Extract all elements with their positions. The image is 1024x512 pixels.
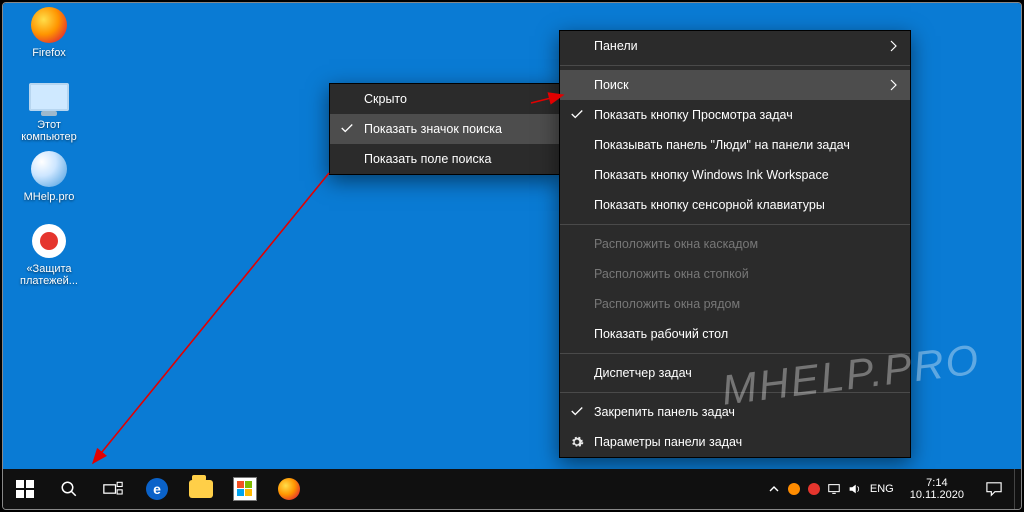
firefox-icon [278,478,300,500]
submenu-item-hidden[interactable]: Скрыто [330,84,560,114]
menu-item-task-view-button[interactable]: Показать кнопку Просмотра задач [560,100,910,130]
desktop-icon-safe-payments[interactable]: «Защита платежей... [13,221,85,287]
menu-item-ink-workspace[interactable]: Показать кнопку Windows Ink Workspace [560,160,910,190]
tray-clock[interactable]: 7:14 10.11.2020 [900,477,974,501]
payments-shield-icon [29,221,69,261]
task-view-button[interactable] [91,469,135,509]
menu-item-show-desktop[interactable]: Показать рабочий стол [560,319,910,349]
menu-item-people[interactable]: Показывать панель "Люди" на панели задач [560,130,910,160]
check-icon [340,121,354,135]
check-icon [570,404,584,418]
system-tray: ENG 7:14 10.11.2020 [764,469,1021,509]
menu-item-label: Показывать панель "Люди" на панели задач [594,138,850,152]
taskbar-app-store[interactable] [223,469,267,509]
menu-separator [560,392,910,393]
tray-volume-button[interactable] [844,469,864,509]
taskbar-app-firefox[interactable] [267,469,311,509]
menu-item-task-manager[interactable]: Диспетчер задач [560,358,910,388]
store-icon [233,477,257,501]
tray-language-button[interactable]: ENG [864,483,900,495]
desktop-icon-mhelp[interactable]: MHelp.pro [13,149,85,215]
search-submenu: Скрыто Показать значок поиска Показать п… [329,83,561,175]
network-icon [827,482,841,496]
firefox-icon [29,5,69,45]
check-icon [570,107,584,121]
desktop-icon-firefox[interactable]: Firefox [13,5,85,71]
taskbar-search-button[interactable] [47,469,91,509]
action-center-button[interactable] [974,469,1014,509]
tray-app-icon[interactable] [784,469,804,509]
submenu-item-show-search-box[interactable]: Показать поле поиска [330,144,560,174]
tray-network-button[interactable] [824,469,844,509]
menu-item-label: Показать кнопку Просмотра задач [594,108,793,122]
show-desktop-peek[interactable] [1014,469,1021,509]
menu-item-label: Показать значок поиска [364,122,502,136]
chevron-up-icon [769,484,779,494]
gear-icon [570,435,584,449]
desktop[interactable]: Firefox Этот компьютер MHelp.pro «Защита… [3,3,1021,469]
menu-item-label: Параметры панели задач [594,435,742,449]
menu-item-label: Показать кнопку Windows Ink Workspace [594,168,829,182]
menu-item-label: Расположить окна стопкой [594,267,749,281]
menu-separator [560,65,910,66]
volume-icon [847,482,861,496]
menu-item-label: Панели [594,39,638,53]
tray-dot-icon [808,483,820,495]
desktop-icon-label: MHelp.pro [13,191,85,215]
menu-item-label: Поиск [594,78,629,92]
menu-item-search[interactable]: Поиск [560,70,910,100]
task-view-icon [103,481,123,497]
menu-item-label: Показать кнопку сенсорной клавиатуры [594,198,825,212]
desktop-icon-label: Firefox [13,47,85,71]
desktop-icon-label: Этот компьютер [13,119,85,143]
taskbar-context-menu: Панели Поиск Показать кнопку Просмотра з… [559,30,911,458]
submenu-item-show-search-icon[interactable]: Показать значок поиска [330,114,560,144]
menu-item-label: Скрыто [364,92,407,106]
windows-logo-icon [16,480,34,498]
menu-item-label: Диспетчер задач [594,366,692,380]
menu-item-touch-keyboard[interactable]: Показать кнопку сенсорной клавиатуры [560,190,910,220]
desktop-icon-label: «Защита платежей... [13,263,85,287]
desktop-icons-column: Firefox Этот компьютер MHelp.pro «Защита… [13,3,85,293]
menu-item-label: Показать рабочий стол [594,327,728,341]
search-icon [60,480,78,498]
menu-item-stack: Расположить окна стопкой [560,259,910,289]
menu-item-label: Расположить окна рядом [594,297,740,311]
start-button[interactable] [3,469,47,509]
menu-item-taskbar-settings[interactable]: Параметры панели задач [560,427,910,457]
taskbar-app-edge[interactable]: e [135,469,179,509]
menu-item-lock-taskbar[interactable]: Закрепить панель задач [560,397,910,427]
folder-icon [189,480,213,498]
menu-item-sidebyside: Расположить окна рядом [560,289,910,319]
menu-item-label: Расположить окна каскадом [594,237,758,251]
tray-dot-icon [788,483,800,495]
globe-icon [29,149,69,189]
desktop-icon-this-pc[interactable]: Этот компьютер [13,77,85,143]
menu-item-cascade: Расположить окна каскадом [560,229,910,259]
edge-icon: e [146,478,168,500]
menu-separator [560,224,910,225]
menu-separator [560,353,910,354]
tray-overflow-button[interactable] [764,469,784,509]
screenshot-frame: Firefox Этот компьютер MHelp.pro «Защита… [2,2,1022,510]
tray-app-icon[interactable] [804,469,824,509]
menu-item-label: Закрепить панель задач [594,405,735,419]
taskbar-app-explorer[interactable] [179,469,223,509]
taskbar[interactable]: e ENG 7:14 10.11.2020 [3,469,1021,509]
chevron-right-icon [888,40,898,52]
menu-item-toolbars[interactable]: Панели [560,31,910,61]
this-pc-icon [29,77,69,117]
tray-time: 7:14 [910,477,964,489]
notification-icon [985,481,1003,497]
menu-item-label: Показать поле поиска [364,152,491,166]
tray-date: 10.11.2020 [910,489,964,501]
chevron-right-icon [888,79,898,91]
